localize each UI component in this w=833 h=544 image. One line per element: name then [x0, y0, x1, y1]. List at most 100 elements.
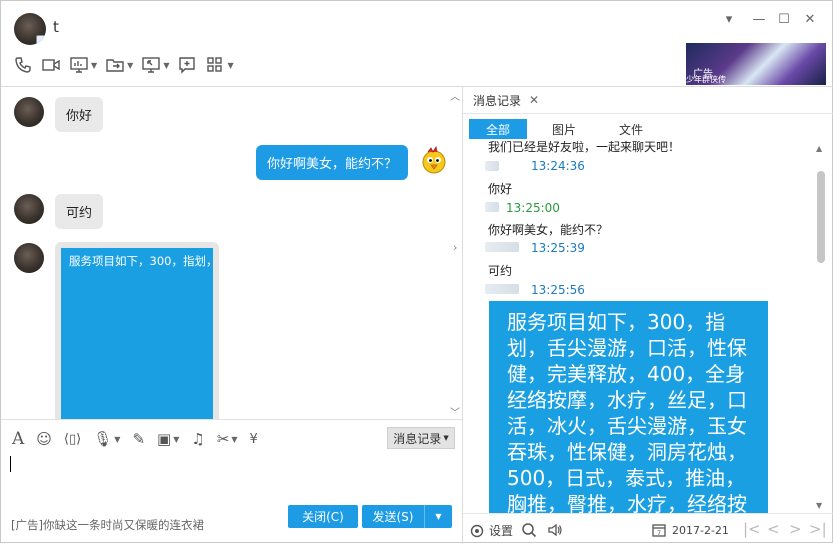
sender-avatar[interactable] [14, 194, 44, 224]
font-button[interactable]: A [12, 429, 24, 449]
history-scroll-up-icon[interactable]: ▲ [816, 144, 822, 153]
date-picker[interactable]: 7 2017-2-21 [651, 522, 729, 538]
smiley-icon: ☺ [36, 430, 52, 448]
window-menu-button[interactable]: ▾ [719, 9, 739, 29]
history-text: 可约 [488, 264, 513, 278]
history-scrollbar-thumb[interactable] [817, 171, 825, 263]
remote-desktop-icon [142, 57, 161, 73]
doodle-button[interactable]: ✎ [132, 429, 145, 449]
image-button[interactable]: ▣ ▼ [157, 429, 179, 449]
history-sender [485, 284, 519, 294]
settings-button[interactable]: 设置 [469, 522, 513, 539]
apps-button[interactable]: ▼ [205, 53, 234, 77]
ad-banner-subtitle: 少年群侠传 [686, 75, 726, 84]
prev-page-icon[interactable]: < [767, 520, 780, 538]
music-button[interactable]: ♫ [191, 429, 204, 449]
history-scrollbar[interactable] [816, 146, 826, 511]
red-packet-icon: ¥ [249, 431, 258, 447]
text-cursor [10, 456, 11, 472]
chevron-down-icon: ▼ [227, 60, 234, 70]
close-tab-icon[interactable]: ✕ [529, 93, 539, 107]
history-time: 13:25:39 [531, 241, 585, 255]
voice-message-button[interactable]: 🎙 ▼ [93, 429, 120, 449]
history-time: 13:25:56 [531, 283, 585, 297]
scissors-icon: ✂ [216, 430, 230, 448]
filter-all[interactable]: 全部 [469, 119, 527, 139]
tab-message-history[interactable]: 消息记录 ✕ [463, 87, 549, 113]
next-page-icon[interactable]: > [789, 520, 802, 538]
speaker-icon [548, 523, 562, 537]
monitor-icon [70, 57, 88, 73]
history-sender [485, 242, 519, 252]
image-message[interactable]: 服务项目如下，300，指划，舌尖漫游，口活，性保健，完美释放，400，全身经络按… [55, 242, 219, 419]
chevron-down-icon: ▼ [91, 60, 98, 70]
history-text: 你好 [488, 182, 513, 196]
send-button-label: 发送(S) [372, 510, 414, 524]
last-page-icon[interactable]: >| [809, 520, 827, 538]
audio-button[interactable] [547, 522, 563, 538]
close-window-button[interactable]: ✕ [800, 9, 820, 29]
maximize-button[interactable]: ☐ [774, 9, 794, 29]
red-packet-button[interactable]: ¥ [250, 429, 258, 449]
ad-text-link[interactable]: [广告]你缺这一条时尚又保暖的连衣裙 [11, 517, 204, 533]
vibrate-icon: ⟨▯⟩ [63, 431, 82, 447]
send-file-button[interactable]: ▼ [105, 53, 133, 77]
message-history-button[interactable]: 消息记录 ▼ [387, 427, 455, 449]
shake-button[interactable]: ⟨▯⟩ [64, 429, 81, 449]
chevron-down-icon: ▼ [163, 60, 170, 70]
device-badge-icon [36, 35, 46, 45]
close-button[interactable]: 关闭(C) [288, 505, 358, 528]
send-button[interactable]: 发送(S) ▼ [362, 505, 452, 528]
history-list[interactable]: 我们已经是好友啦，一起来聊天吧！ 13:24:36 你好 13:25:00 你好… [463, 141, 815, 513]
history-time: 13:25:00 [506, 201, 560, 215]
history-scroll-down-icon[interactable]: ▼ [816, 501, 822, 510]
chat-bubble-button[interactable] [177, 53, 197, 77]
microphone-icon: 🎙 [93, 430, 113, 448]
screen-share-button[interactable]: ▼ [69, 53, 97, 77]
sender-avatar[interactable] [14, 97, 44, 127]
voice-call-button[interactable] [13, 53, 33, 77]
picture-icon: ▣ [157, 430, 172, 448]
first-page-icon[interactable]: |< [743, 520, 761, 538]
my-avatar-chick-icon[interactable] [419, 145, 449, 175]
ad-banner[interactable]: 广告 少年群侠传 [686, 43, 826, 85]
message-bubble[interactable]: 你好 [55, 97, 104, 132]
chevron-down-icon: ▼ [443, 434, 449, 442]
history-sender [485, 161, 499, 171]
message-bubble[interactable]: 你好啊美女，能约不？ [256, 145, 409, 180]
search-history-button[interactable] [521, 522, 537, 538]
filter-images[interactable]: 图片 [537, 119, 591, 139]
history-time: 13:24:36 [531, 159, 585, 173]
message-input[interactable] [1, 457, 462, 503]
chat-scroll-up-icon[interactable]: ︿ [450, 88, 460, 103]
add-chat-icon [179, 57, 196, 74]
filter-files[interactable]: 文件 [604, 119, 658, 139]
emoji-button[interactable]: ☺ [36, 429, 52, 449]
image-message-content: 服务项目如下，300，指划，舌尖漫游，口活，性保健，完美释放，400，全身经络按… [61, 248, 213, 419]
history-image[interactable]: 服务项目如下，300，指划，舌尖漫游，口活，性保健，完美释放，400，全身经络按… [489, 301, 768, 513]
chat-message-area[interactable]: 你好 你好啊美女，能约不？ 可约 服务项目如下，300，指划，舌尖漫游，口活，性… [1, 87, 462, 419]
calendar-icon: 7 [652, 524, 666, 537]
sender-avatar[interactable] [14, 243, 44, 273]
pen-icon: ✎ [132, 430, 146, 448]
chat-scroll-down-icon[interactable]: ﹀ [450, 404, 460, 419]
video-call-button[interactable] [41, 53, 61, 77]
history-footer: 设置 7 2017-2-21 |< < > >| [463, 513, 833, 544]
main-toolbar: ▼ ▼ ▼ ▼ [13, 53, 234, 77]
contact-avatar[interactable] [14, 13, 46, 45]
contact-name: t [53, 18, 59, 36]
remote-desktop-button[interactable]: ▼ [141, 53, 169, 77]
chevron-down-icon: ▼ [231, 434, 238, 444]
history-sender [485, 202, 499, 212]
minimize-button[interactable]: — [749, 9, 769, 29]
folder-icon [106, 59, 124, 72]
chat-window: t ▾ — ☐ ✕ ▼ ▼ ▼ ▼ 广告 少年群侠传 你好 你好啊美女，能约不？… [0, 0, 833, 544]
chevron-down-icon: ▼ [127, 60, 134, 70]
gear-icon [470, 524, 484, 537]
chevron-down-icon: ▼ [173, 434, 180, 444]
history-partial-text: 我们已经是好友啦，一起来聊天吧！ [488, 141, 681, 154]
screenshot-button[interactable]: ✂ ▼ [217, 429, 238, 449]
message-bubble[interactable]: 可约 [55, 194, 104, 229]
history-text: 你好啊美女，能约不？ [488, 223, 609, 237]
send-options-chevron-icon[interactable]: ▼ [425, 512, 452, 521]
